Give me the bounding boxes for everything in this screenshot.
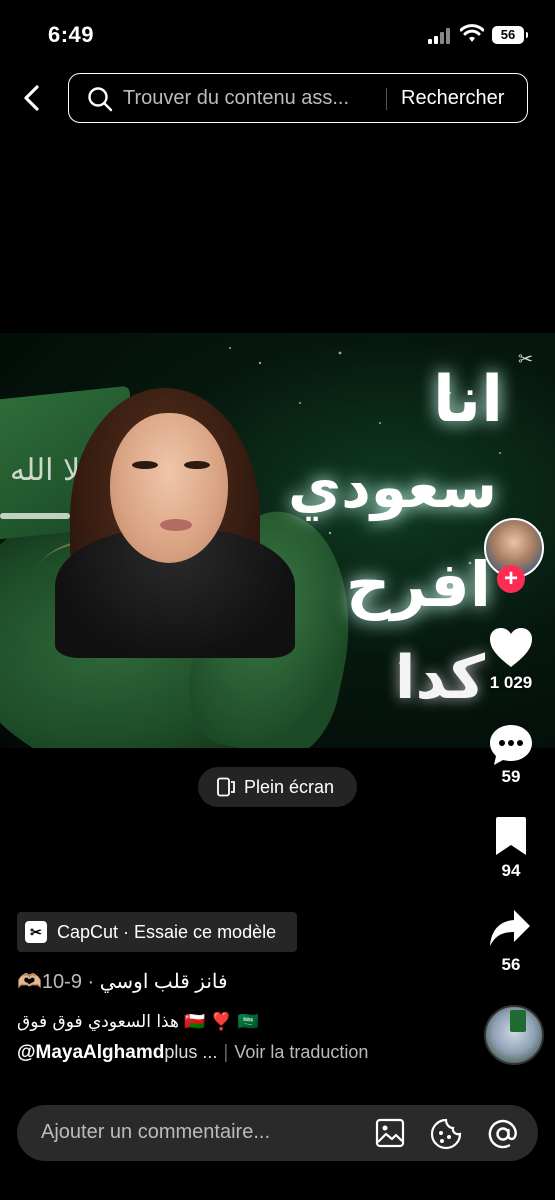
capcut-template-chip[interactable]: ✂ CapCut · Essaie ce modèle <box>17 912 297 952</box>
heart-icon[interactable] <box>488 627 534 669</box>
post-date: 9-10 <box>41 971 82 993</box>
capcut-label: CapCut · Essaie ce modèle <box>57 922 277 942</box>
disc-flag-icon <box>510 1010 526 1032</box>
bookmark-icon[interactable] <box>494 815 528 857</box>
capcut-watermark-icon: ✂ <box>518 349 534 369</box>
comment-bar[interactable]: Ajouter un commentaire... <box>17 1105 538 1161</box>
fullscreen-button[interactable]: Plein écran <box>198 767 357 807</box>
back-icon[interactable] <box>20 84 44 112</box>
person-face <box>110 413 228 563</box>
overlay-text-line-1: انا <box>433 363 503 437</box>
author-line: @MayaAlghamdplus ... | Voir la traduction <box>17 1042 368 1064</box>
status-time: 6:49 <box>48 22 95 47</box>
mention-icon[interactable] <box>487 1118 519 1150</box>
search-divider <box>386 88 387 110</box>
wifi-icon <box>460 24 484 42</box>
signal-icon <box>428 28 454 44</box>
comment-icon[interactable] <box>488 723 534 767</box>
battery-indicator: 56 <box>492 26 528 44</box>
search-button[interactable]: Rechercher <box>401 87 504 110</box>
person-eye-left <box>132 461 158 469</box>
overlay-text-line-2: سعودي <box>287 453 497 521</box>
translate-link[interactable]: Voir la traduction <box>234 1042 368 1062</box>
search-icon <box>88 87 113 112</box>
author-handle[interactable]: @MayaAlghamd <box>17 1042 164 1063</box>
author-divider: | <box>223 1042 229 1063</box>
image-icon[interactable] <box>375 1118 405 1148</box>
post-title: فانز قلب اوسي <box>99 971 228 993</box>
overlay-text-line-3: افرح <box>345 548 491 621</box>
fullscreen-label: Plein écran <box>244 777 335 797</box>
like-count: 1 029 <box>489 673 533 692</box>
comment-count: 59 <box>501 767 521 786</box>
share-count: 56 <box>501 955 521 974</box>
share-icon[interactable] <box>488 908 532 950</box>
person-eye-right <box>184 461 210 469</box>
more-link[interactable]: plus ... <box>164 1042 217 1062</box>
emoji-icon[interactable] <box>430 1118 462 1150</box>
search-bar[interactable]: Trouver du contenu ass... Rechercher <box>68 73 528 123</box>
flag-sword <box>0 513 70 519</box>
capcut-icon: ✂ <box>25 921 47 943</box>
comment-input[interactable]: Ajouter un commentaire... <box>41 1121 270 1144</box>
post-description: هذا السعودي فوق فوق 🇴🇲 ❣️ 🇸🇦 <box>17 1012 259 1032</box>
post-meta: 🫶🏼 فانز قلب اوسي · 9-10 <box>17 969 228 994</box>
title-emoji: 🫶🏼 <box>17 971 42 993</box>
meta-separator: · <box>81 971 100 993</box>
search-input[interactable]: Trouver du contenu ass... <box>123 87 349 110</box>
follow-button[interactable]: + <box>497 565 525 593</box>
save-count: 94 <box>501 861 521 880</box>
fullscreen-icon <box>217 777 235 797</box>
person-lips <box>160 519 192 531</box>
